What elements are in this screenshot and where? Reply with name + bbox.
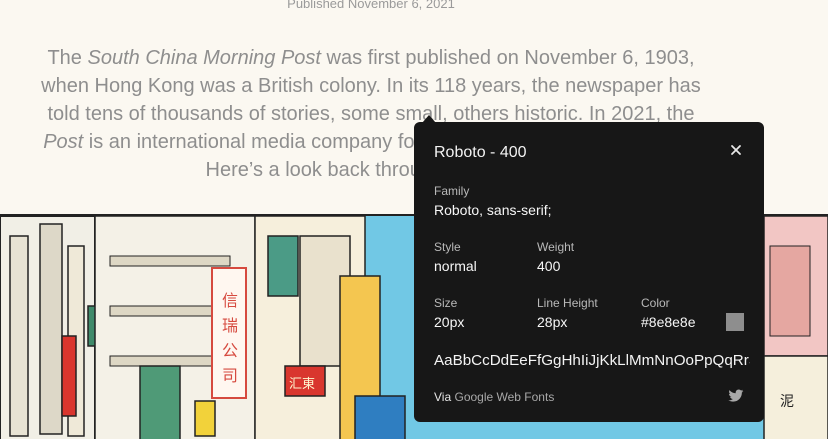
- weight-label: Weight: [537, 240, 575, 254]
- color-swatch[interactable]: [726, 313, 744, 331]
- font-sample-text: AaBbCcDdEeFfGgHhIiJjKkLlMmNnOoPpQqRrSsTt…: [434, 352, 750, 369]
- line-height-label: Line Height: [537, 296, 598, 310]
- line-height-value: 28px: [537, 314, 568, 330]
- twitter-icon-glyph: [728, 389, 744, 402]
- google-web-fonts-link[interactable]: Google Web Fonts: [454, 390, 554, 404]
- intro-line-2: when Hong Kong was a British colony. In …: [41, 75, 701, 97]
- via-prefix: Via: [434, 390, 452, 404]
- svg-text:司: 司: [222, 366, 238, 385]
- color-value[interactable]: #8e8e8e: [641, 314, 696, 330]
- publication-short-name: Post: [43, 131, 84, 153]
- font-inspector-popover: Roboto - 400 Family Roboto, sans-serif; …: [414, 115, 764, 422]
- family-label: Family: [434, 184, 470, 198]
- published-date: Published November 6, 2021: [287, 0, 455, 11]
- svg-text:汇東: 汇東: [289, 376, 315, 392]
- style-label: Style: [434, 240, 461, 254]
- size-label: Size: [434, 296, 458, 310]
- svg-text:泥: 泥: [780, 394, 794, 410]
- svg-text:瑞: 瑞: [222, 316, 238, 335]
- weight-value: 400: [537, 258, 561, 274]
- size-value: 20px: [434, 314, 465, 330]
- intro-line-1: The South China Morning Post was first p…: [47, 47, 695, 69]
- close-icon-glyph: [731, 145, 741, 155]
- font-source: Via Google Web Fonts: [434, 390, 554, 404]
- font-title: Roboto - 400: [434, 144, 527, 161]
- family-value: Roboto, sans-serif;: [434, 202, 552, 218]
- publication-name: South China Morning Post: [87, 47, 321, 69]
- svg-text:信: 信: [222, 291, 238, 310]
- close-icon[interactable]: [726, 140, 746, 160]
- twitter-icon[interactable]: [728, 389, 744, 403]
- style-value: normal: [434, 258, 477, 274]
- svg-text:公: 公: [222, 341, 238, 360]
- color-label: Color: [641, 296, 670, 310]
